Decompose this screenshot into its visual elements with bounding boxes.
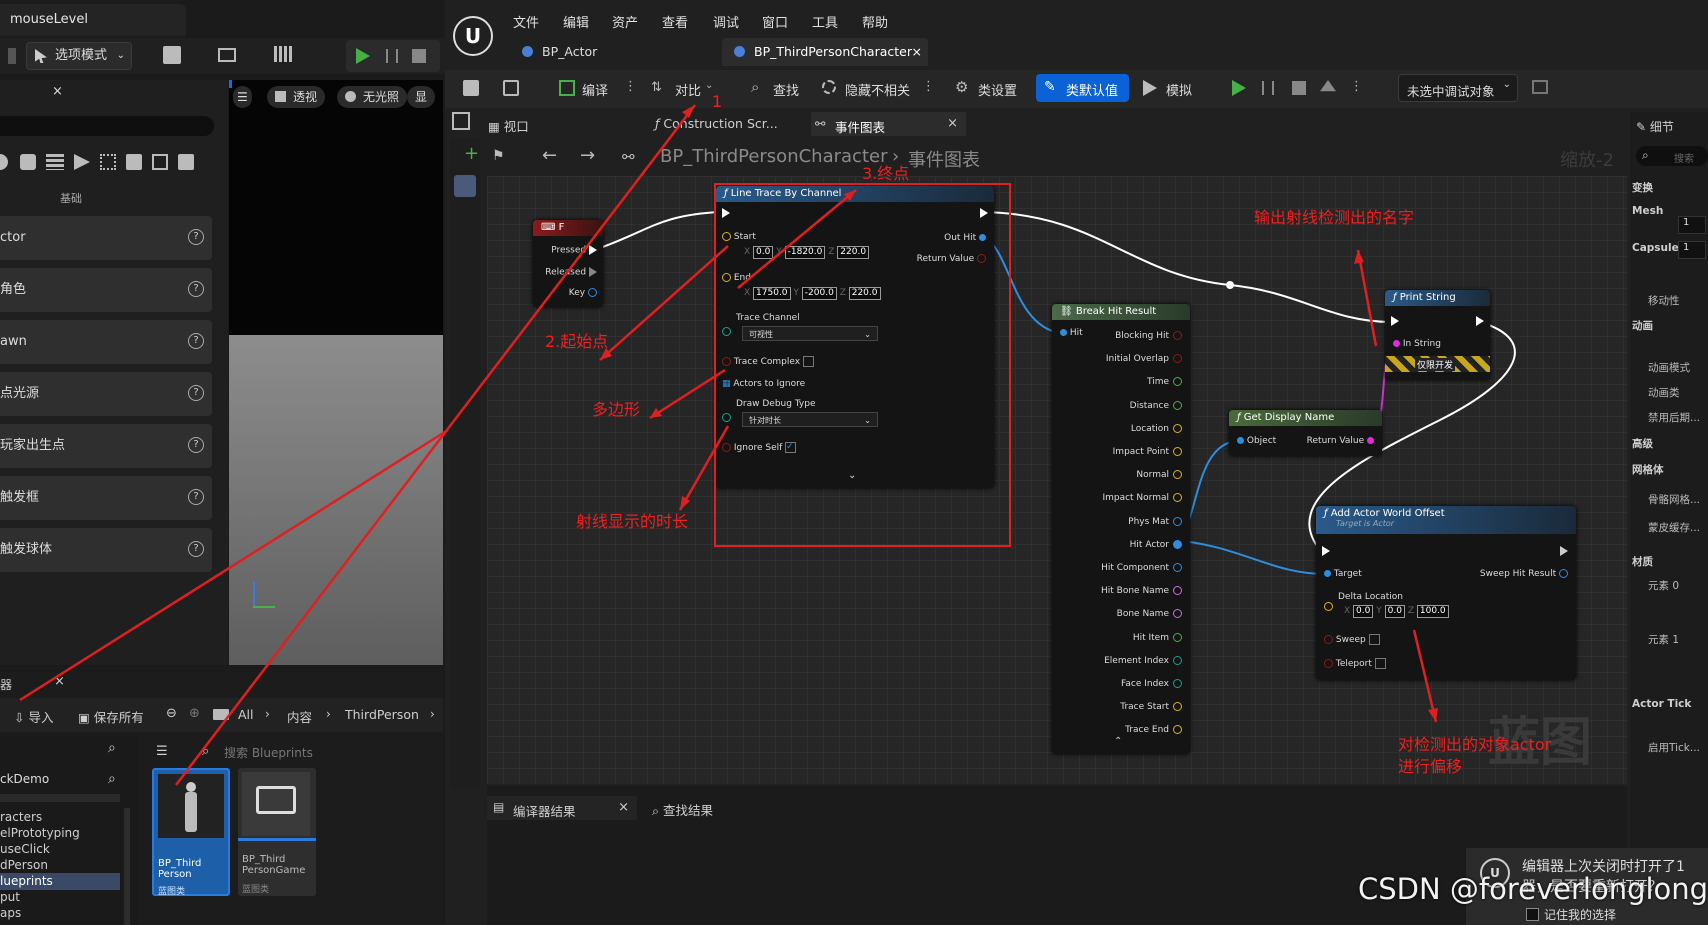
details-section-header[interactable]: 动画: [1632, 318, 1653, 333]
tab-label: 编译器结果: [513, 804, 576, 819]
details-property[interactable]: 元素 0: [1648, 578, 1679, 593]
details-property[interactable]: 启用Tick...: [1648, 740, 1700, 755]
arrow-line: [175, 104, 696, 786]
arrow-line: [678, 425, 730, 511]
credit-watermark: CSDN @foreverlonglong: [1358, 872, 1708, 906]
details-index-field[interactable]: 1: [1678, 241, 1706, 259]
arrow-line: [649, 368, 726, 420]
details-section-header[interactable]: 变换: [1632, 180, 1653, 195]
arrow-head: [650, 408, 662, 418]
details-property[interactable]: 禁用后期...: [1648, 410, 1700, 425]
details-property[interactable]: 动画模式: [1648, 360, 1690, 375]
tab-compiler-results[interactable]: ▤ 编译器结果 ×: [487, 796, 637, 820]
remember-label: 记住我的选择: [1544, 908, 1617, 922]
arrow-line: [1356, 249, 1378, 347]
search-icon: ⌕: [1642, 148, 1649, 162]
tab-label: 查找结果: [663, 803, 714, 818]
search-icon: ⌕: [652, 803, 660, 818]
arrow-line: [599, 245, 729, 361]
details-section-header[interactable]: Mesh: [1632, 205, 1663, 217]
details-section-header[interactable]: Actor Tick: [1632, 698, 1691, 710]
details-property[interactable]: 动画类: [1648, 385, 1680, 400]
details-section-header[interactable]: 材质: [1632, 554, 1653, 569]
details-tab[interactable]: ✎ 细节: [1636, 118, 1674, 135]
arrow-line: [19, 428, 449, 702]
details-rows: 变换 Mesh CapsuleCor 移动性 动画 动画模式 动画类 禁用后期... 高级 网格体…: [1632, 180, 1708, 840]
arrow-line: [737, 189, 857, 289]
results-icon: ▤: [493, 800, 505, 814]
details-index-field[interactable]: 1: [1678, 216, 1706, 234]
details-search-placeholder: 搜索: [1674, 154, 1694, 165]
close-icon[interactable]: ×: [618, 800, 629, 815]
arrow-head: [680, 496, 690, 510]
details-property[interactable]: 元素 1: [1648, 632, 1679, 647]
pencil-icon: ✎: [1636, 120, 1647, 134]
remember-checkbox[interactable]: [1526, 908, 1539, 921]
details-property[interactable]: 骨骼网格...: [1648, 492, 1700, 507]
details-tab-label: 细节: [1649, 120, 1674, 134]
details-property[interactable]: 蒙皮缓存...: [1648, 520, 1700, 535]
arrow-head: [682, 105, 695, 118]
arrow-line: [1412, 629, 1438, 723]
tab-find-results[interactable]: ⌕ 查找结果: [652, 800, 713, 819]
arrow-head: [1354, 250, 1364, 264]
details-property[interactable]: 移动性: [1648, 293, 1680, 308]
details-section-header[interactable]: 网格体: [1632, 462, 1664, 477]
details-search-input[interactable]: ⌕ 搜索: [1636, 146, 1708, 166]
details-section-header[interactable]: 高级: [1632, 436, 1653, 451]
